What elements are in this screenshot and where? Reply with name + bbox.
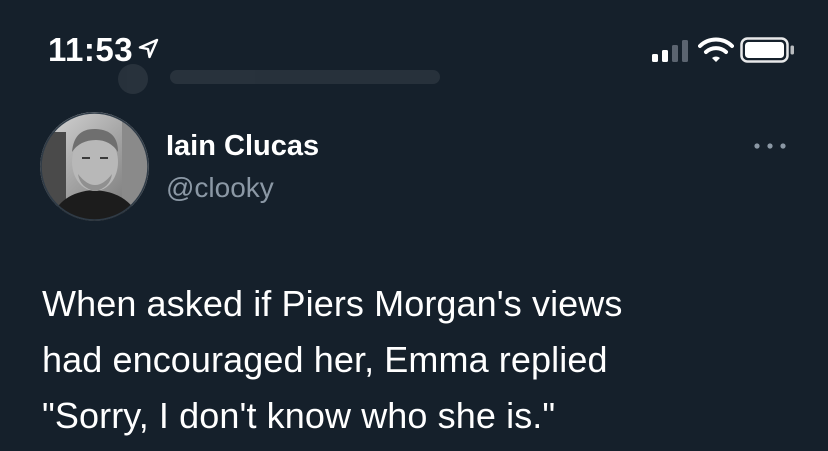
status-time: 11:53 (48, 31, 134, 68)
author-display-name[interactable]: Iain Clucas (166, 130, 319, 163)
author-handle[interactable]: @clooky (166, 172, 274, 204)
cellular-signal-icon (652, 40, 688, 62)
faded-header-background (110, 34, 530, 94)
battery-icon (740, 37, 794, 63)
location-arrow-icon (138, 38, 159, 59)
faded-subtitle-bar (170, 70, 440, 84)
wifi-icon (698, 37, 734, 62)
avatar[interactable] (40, 112, 149, 221)
tweet-text: When asked if Piers Morgan's views had e… (42, 283, 623, 436)
more-horizontal-icon[interactable] (752, 140, 788, 152)
tweet-header: Iain Clucas @clooky (40, 112, 800, 222)
status-bar: 11:53 (0, 0, 828, 100)
